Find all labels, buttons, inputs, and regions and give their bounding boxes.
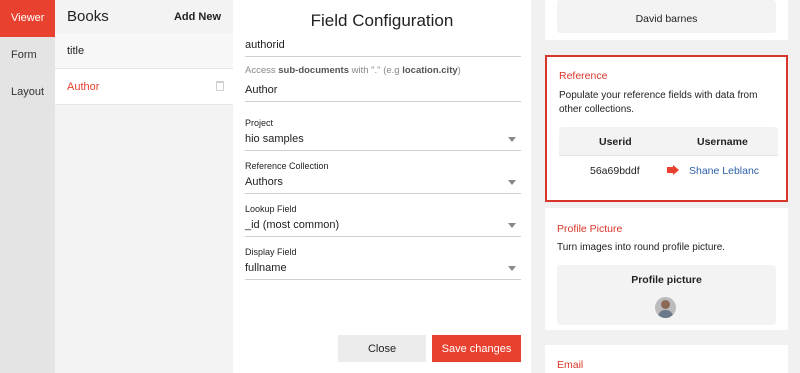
author-preview-card: David barnes	[545, 0, 788, 40]
reference-card[interactable]: Reference Populate your reference fields…	[545, 55, 788, 202]
save-changes-button[interactable]: Save changes	[432, 335, 521, 362]
field-type-preview-panel: David barnes Reference Populate your ref…	[531, 0, 800, 373]
profile-picture-desc: Turn images into round profile picture.	[557, 242, 726, 253]
trash-icon[interactable]	[216, 81, 224, 91]
tab-layout[interactable]: Layout	[0, 74, 55, 111]
lookup-field-label: Lookup Field	[245, 204, 297, 214]
field-list-header: Books Add New	[55, 0, 233, 33]
avatar-head	[661, 300, 670, 309]
chevron-down-icon	[508, 137, 516, 142]
username-link[interactable]: Shane Leblanc	[689, 165, 759, 177]
project-select[interactable]: hio samples	[245, 133, 521, 151]
lookup-field-select[interactable]: _id (most common)	[245, 219, 521, 237]
hint-bold-subdocuments: sub-documents	[278, 65, 349, 76]
panel-title: Field Configuration	[310, 11, 454, 30]
display-field-value: fullname	[245, 262, 287, 274]
chevron-down-icon	[508, 223, 516, 228]
reference-table-row: 56a69bddf Shane Leblanc	[559, 156, 778, 187]
field-key-value: authorid	[245, 39, 285, 51]
chevron-down-icon	[508, 180, 516, 185]
tab-form[interactable]: Form	[0, 37, 55, 74]
project-label: Project	[245, 118, 274, 128]
display-field-label: Display Field	[245, 247, 297, 257]
author-name-cell: David barnes	[557, 0, 776, 33]
field-key-hint: Access sub-documents with "." (e.g locat…	[245, 65, 461, 76]
hint-bold-example: location.city	[402, 65, 458, 76]
add-new-button[interactable]: Add New	[174, 11, 221, 23]
view-mode-rail: Viewer Form Layout	[0, 0, 55, 373]
profile-picture-preview: Profile picture	[557, 265, 776, 325]
reference-collection-value: Authors	[245, 176, 283, 188]
userid-value: 56a69bddf	[590, 165, 640, 177]
reference-collection-select[interactable]: Authors	[245, 176, 521, 194]
avatar	[655, 297, 676, 318]
email-card[interactable]: Email	[545, 345, 788, 373]
userid-header: Userid	[599, 136, 632, 148]
hint-prefix: Access	[245, 65, 279, 76]
lookup-field-value: _id (most common)	[245, 219, 340, 231]
hint-mid: with "." (e.g	[349, 65, 403, 76]
avatar-shoulders	[658, 310, 673, 318]
list-item-author[interactable]: Author	[55, 69, 233, 105]
project-value: hio samples	[245, 133, 304, 145]
profile-picture-title: Profile Picture	[557, 223, 623, 235]
reference-table-header: Userid Username	[559, 127, 778, 156]
collection-title: Books	[67, 8, 109, 25]
list-item-label: title	[67, 45, 85, 57]
profile-picture-label: Profile picture	[631, 274, 702, 286]
tab-viewer[interactable]: Viewer	[0, 0, 55, 37]
list-item-title[interactable]: title	[55, 33, 233, 69]
reference-table: Userid Username 56a69bddf Shane Leblanc	[559, 127, 778, 187]
profile-picture-card[interactable]: Profile Picture Turn images into round p…	[545, 208, 788, 330]
field-configuration-panel: Field Configuration authorid Access sub-…	[233, 0, 531, 373]
reference-title: Reference	[559, 70, 608, 82]
field-key-input[interactable]: authorid	[245, 39, 521, 57]
email-title: Email	[557, 359, 584, 371]
display-label-input[interactable]: Author	[245, 84, 521, 102]
display-field-select[interactable]: fullname	[245, 262, 521, 280]
username-header: Username	[697, 136, 748, 148]
display-label-value: Author	[245, 84, 278, 96]
field-list-panel: Books Add New title Author	[55, 0, 233, 373]
close-button[interactable]: Close	[338, 335, 426, 362]
reference-collection-label: Reference Collection	[245, 161, 329, 171]
reference-desc: Populate your reference fields with data…	[559, 90, 758, 115]
chevron-down-icon	[508, 266, 516, 271]
list-item-label: Author	[67, 81, 100, 93]
hint-suffix: )	[457, 65, 461, 76]
arrow-right-icon-head	[673, 165, 679, 175]
